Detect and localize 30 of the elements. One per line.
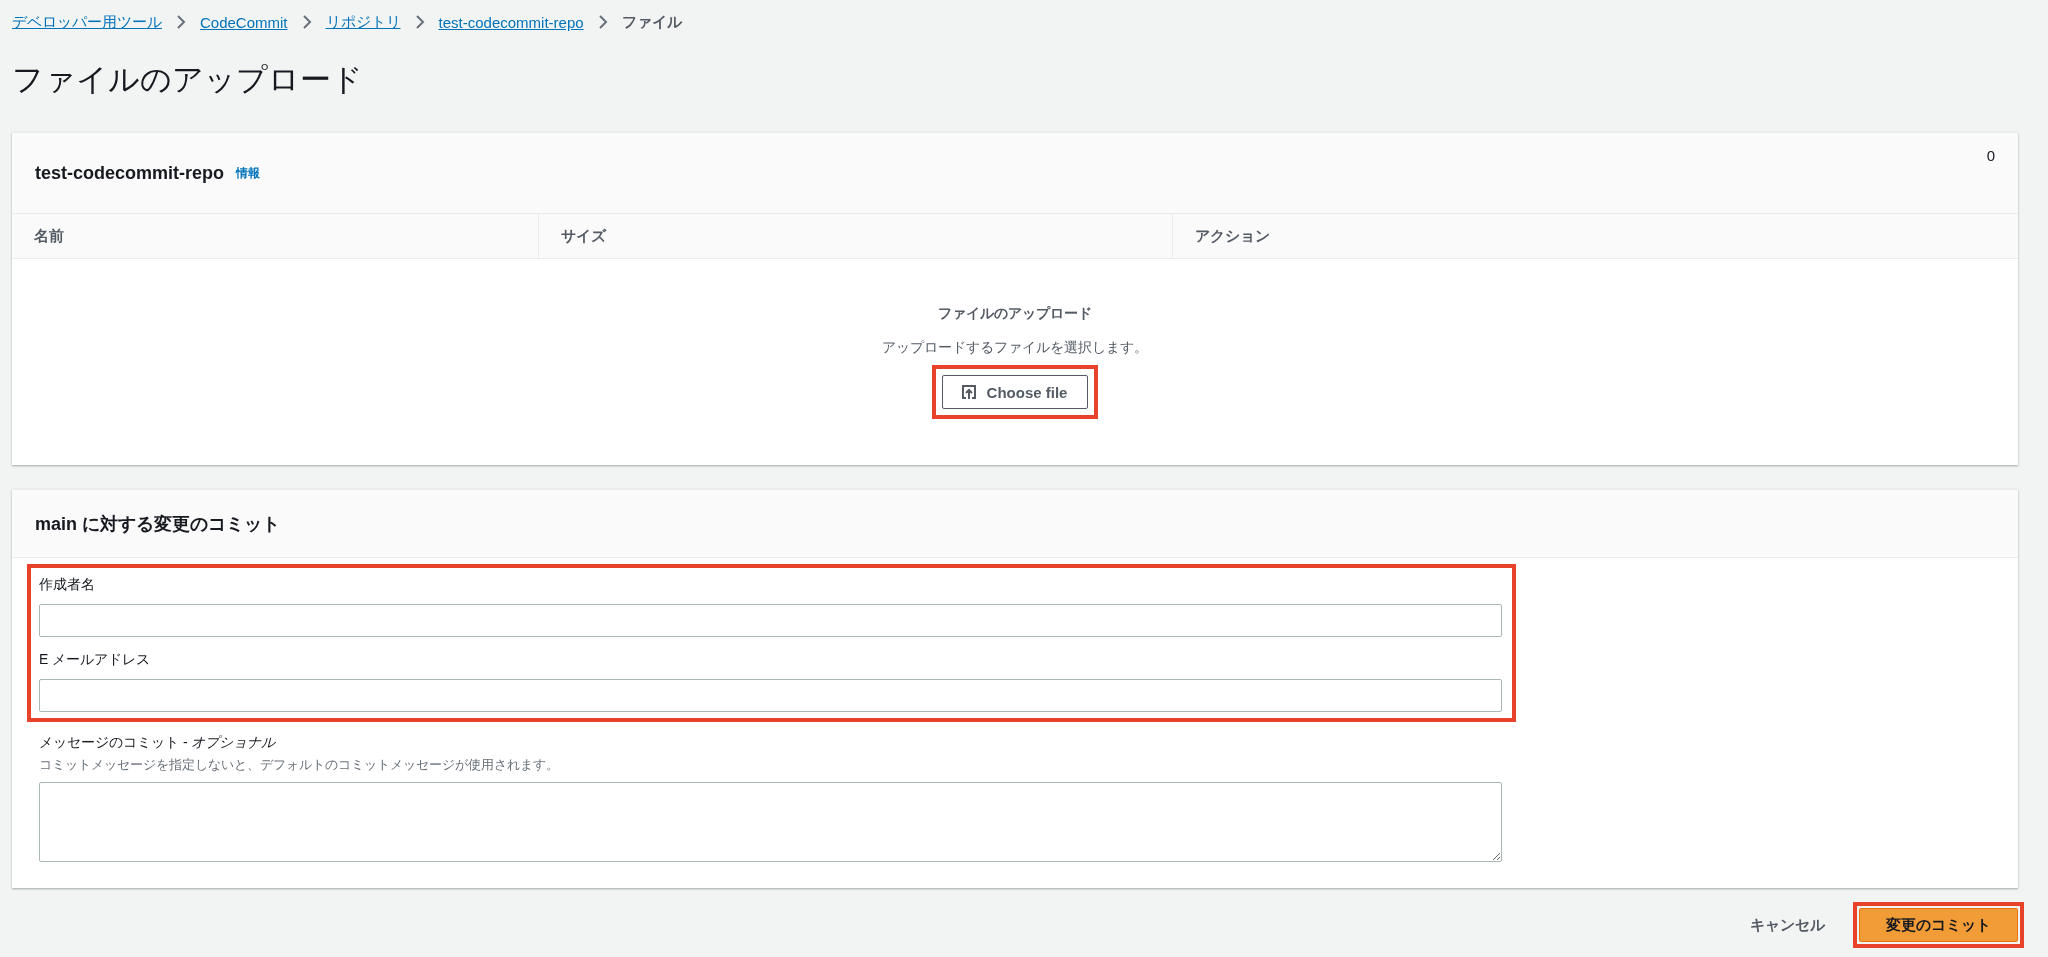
upload-icon: [960, 384, 977, 400]
chevron-right-icon: [414, 15, 425, 29]
chevron-right-icon: [597, 15, 608, 29]
page-title: ファイルのアップロード: [12, 61, 364, 99]
panel-title: test-codecommit-repo: [35, 162, 225, 184]
breadcrumb-link[interactable]: test-codecommit-repo: [438, 13, 584, 31]
breadcrumb-current: ファイル: [621, 12, 682, 32]
info-link[interactable]: 情報: [236, 164, 261, 182]
empty-text: アップロードするファイルを選択します。: [882, 339, 1148, 357]
breadcrumb-link[interactable]: CodeCommit: [200, 13, 288, 31]
input-field[interactable]: [39, 679, 1502, 712]
field-label: E メールアドレス: [39, 651, 152, 669]
choose-file-button[interactable]: Choose file: [941, 375, 1089, 409]
chevron-right-icon: [301, 15, 312, 29]
empty-title: ファイルのアップロード: [938, 305, 1092, 323]
breadcrumb-link[interactable]: デベロッパー用ツール: [12, 12, 162, 32]
breadcrumb-link[interactable]: リポジトリ: [325, 12, 401, 32]
commit-button[interactable]: 変更のコミット: [1859, 908, 2018, 942]
field-label: 作成者名: [39, 576, 96, 594]
message-field[interactable]: [39, 782, 1502, 862]
cancel-button[interactable]: キャンセル: [1744, 914, 1831, 936]
column-header: 名前: [33, 225, 65, 246]
column-header: サイズ: [538, 214, 1172, 258]
panel-title: main に対する変更のコミット: [35, 512, 280, 536]
file-count: 0: [1986, 147, 1995, 164]
field-label: メッセージのコミット - オプショナル: [39, 734, 277, 752]
field-hint: コミットメッセージを指定しないと、デフォルトのコミットメッセージが使用されます。: [39, 756, 560, 774]
chevron-right-icon: [176, 15, 186, 29]
column-header: アクション: [1172, 214, 2018, 258]
input-field[interactable]: [39, 604, 1502, 637]
